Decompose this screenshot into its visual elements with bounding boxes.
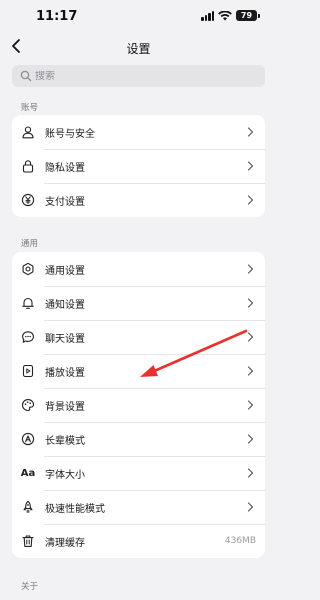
settings-item-privacy[interactable]: 隐私设置 [12, 149, 265, 183]
chevron-right-icon [247, 264, 254, 274]
settings-item-elder-mode[interactable]: 长辈模式 [12, 422, 265, 456]
font-size-icon: Aa [20, 467, 36, 479]
section-title-account: 账号 [21, 103, 39, 113]
chevron-right-icon [247, 161, 254, 171]
search-input[interactable] [35, 70, 235, 82]
page-title: 设置 [126, 42, 151, 56]
search-icon [20, 70, 32, 82]
chevron-right-icon [247, 366, 254, 376]
status-icons: 79 [201, 10, 260, 21]
account-card: 账号与安全 隐私设置 支付设置 [12, 115, 265, 217]
settings-item-label: 背景设置 [45, 401, 85, 413]
chat-bubble-icon [22, 331, 34, 343]
play-file-icon [22, 364, 34, 378]
settings-item-label: 账号与安全 [45, 128, 95, 140]
gear-icon [22, 262, 34, 276]
yen-icon [21, 193, 35, 207]
chevron-right-icon [247, 195, 254, 205]
settings-item-chat[interactable]: 聊天设置 [12, 320, 265, 354]
chevron-right-icon [247, 434, 254, 444]
chevron-right-icon [247, 127, 254, 137]
settings-item-label: 隐私设置 [45, 162, 85, 174]
settings-item-performance-mode[interactable]: 极速性能模式 [12, 490, 265, 524]
settings-item-label: 长辈模式 [45, 435, 85, 447]
nav-bar: 设置 [0, 32, 277, 62]
settings-item-label: 极速性能模式 [45, 503, 105, 515]
settings-item-label: 通用设置 [45, 265, 85, 277]
chevron-right-icon [247, 298, 254, 308]
settings-item-clear-cache[interactable]: 清理缓存 436MB [12, 524, 265, 558]
settings-item-label: 聊天设置 [45, 333, 85, 345]
settings-item-general[interactable]: 通用设置 [12, 252, 265, 286]
chevron-right-icon [247, 502, 254, 512]
section-title-about: 关于 [21, 582, 39, 592]
chevron-right-icon [247, 468, 254, 478]
trash-icon [22, 535, 34, 547]
settings-item-background[interactable]: 背景设置 [12, 388, 265, 422]
cache-size-value: 436MB [224, 536, 256, 546]
settings-item-label: 清理缓存 [45, 537, 85, 549]
elder-mode-icon [21, 432, 35, 446]
status-bar: 11:17 79 [0, 0, 277, 32]
settings-item-payment[interactable]: 支付设置 [12, 183, 265, 217]
person-icon [22, 126, 34, 139]
general-card: 通用设置 通知设置 聊天设置 播放设置 背景设置 长辈模式 Aa 字体大小 极速… [12, 252, 265, 558]
status-time: 11:17 [36, 9, 78, 24]
search-bar[interactable] [12, 65, 265, 87]
palette-icon [21, 399, 35, 412]
settings-item-notifications[interactable]: 通知设置 [12, 286, 265, 320]
settings-item-playback[interactable]: 播放设置 [12, 354, 265, 388]
lock-icon [22, 160, 34, 173]
settings-item-account-security[interactable]: 账号与安全 [12, 115, 265, 149]
settings-item-label: 通知设置 [45, 299, 85, 311]
chevron-right-icon [247, 400, 254, 410]
settings-item-font-size[interactable]: Aa 字体大小 [12, 456, 265, 490]
cellular-signal-icon [201, 10, 214, 21]
chevron-right-icon [247, 332, 254, 342]
rocket-icon [23, 500, 33, 513]
settings-item-label: 字体大小 [45, 469, 85, 481]
settings-item-label: 支付设置 [45, 196, 85, 208]
bell-icon [22, 297, 34, 309]
battery-indicator: 79 [236, 10, 260, 21]
section-title-general: 通用 [21, 239, 39, 249]
settings-item-label: 播放设置 [45, 367, 85, 379]
wifi-icon [218, 10, 232, 20]
